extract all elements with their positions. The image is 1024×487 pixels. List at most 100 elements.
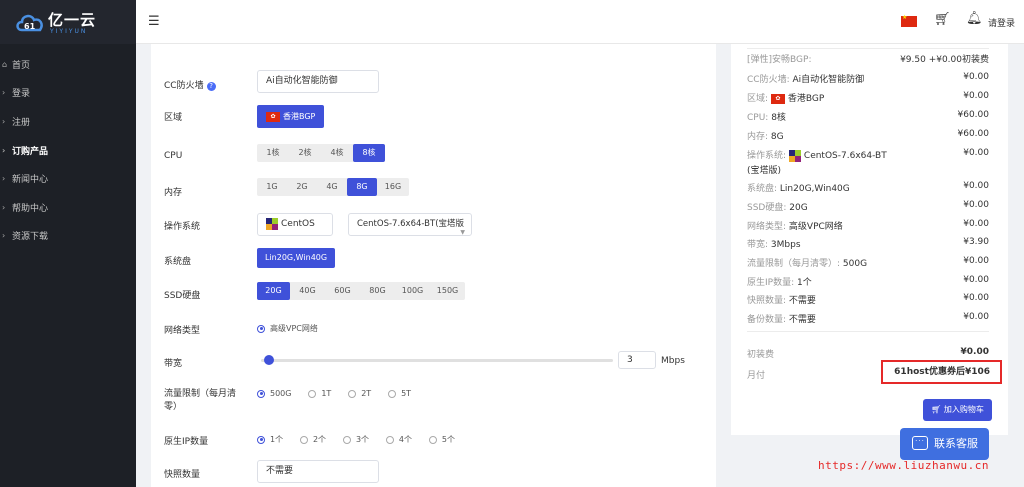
ip-option[interactable]: 4个 <box>385 434 412 445</box>
logo[interactable]: 61 亿一云 YIYIYUN <box>0 0 136 44</box>
ip-option[interactable]: 5个 <box>428 434 455 445</box>
native-ip-radios: 1个 2个 3个 4个 5个 <box>257 434 469 447</box>
traffic-option[interactable]: 1T <box>308 389 331 398</box>
memory-option-selected[interactable]: 8G <box>347 178 377 196</box>
snapshot-select[interactable]: 不需要 <box>257 460 379 483</box>
summary-row-label: 操作系统: <box>747 151 789 161</box>
ip-option-label: 2个 <box>312 435 327 444</box>
ip-option[interactable]: 2个 <box>299 434 327 445</box>
sidebar-item-label: 订购产品 <box>12 146 49 157</box>
native-ip-label: 原生IP数量 <box>164 437 209 447</box>
sidebar-item-order[interactable]: › 订购产品 <box>0 136 136 165</box>
summary-row-value-text: 不需要 <box>788 296 816 306</box>
traffic-option[interactable]: 2T <box>348 389 371 398</box>
login-link[interactable]: 请登录 <box>988 16 1015 29</box>
radio-selected-icon <box>257 389 265 398</box>
bell-icon[interactable]: 🔔︎ <box>966 11 983 26</box>
summary-row-value-text: 不需要 <box>788 315 816 325</box>
cpu-option[interactable]: 1核 <box>257 144 289 162</box>
network-type-value: 高级VPC网络 <box>270 324 318 333</box>
setup-fee-label: 初装费 <box>747 350 775 360</box>
summary-row-value-text: 500G <box>842 259 868 269</box>
summary-row-key: 带宽: 3Mbps <box>747 237 801 250</box>
contact-support-button[interactable]: ··· 联系客服 <box>900 428 989 460</box>
summary-row-value-text: 高级VPC网络 <box>788 222 843 232</box>
ip-option-label: 1个 <box>270 435 284 444</box>
home-icon: ⌂ <box>2 59 8 69</box>
logo-text: 亿一云 <box>48 11 97 29</box>
region-option-hk[interactable]: ✿ 香港BGP <box>257 105 325 128</box>
os-label: 操作系统 <box>164 222 201 232</box>
summary-row: 备份数量: 不需要 ¥0.00 <box>747 312 989 325</box>
summary-row-label: 区域: <box>747 94 771 104</box>
cpu-option-selected[interactable]: 8核 <box>353 144 385 162</box>
summary-row-label: SSD硬盘: <box>747 203 790 213</box>
ssd-option[interactable]: 60G <box>325 282 360 300</box>
bandwidth-slider-track[interactable] <box>261 359 613 362</box>
ssd-option[interactable]: 80G <box>360 282 395 300</box>
summary-row: CC防火墙: Ai自动化智能防御 ¥0.00 <box>747 72 989 85</box>
sidebar-item-home[interactable]: ⌂ 首页 <box>0 50 136 79</box>
os-version-select[interactable]: CentOS-7.6x64-BT(宝塔版 ▼ <box>348 213 472 236</box>
memory-option[interactable]: 2G <box>287 178 317 196</box>
memory-option[interactable]: 16G <box>377 178 409 196</box>
memory-option[interactable]: 4G <box>317 178 347 196</box>
summary-row-price: ¥0.00 <box>963 219 989 229</box>
sidebar-item-help[interactable]: › 帮助中心 <box>0 193 136 222</box>
summary-row-key: SSD硬盘: 20G <box>747 200 808 213</box>
os-family-value: CentOS <box>281 219 315 229</box>
ip-option-label: 4个 <box>398 435 412 444</box>
summary-row-price: ¥9.50 +¥0.00初装费 <box>900 55 989 65</box>
ssd-label: SSD硬盘 <box>164 291 201 301</box>
summary-row-label: [弹性]安畅BGP: <box>747 55 812 65</box>
bandwidth-slider-handle[interactable] <box>264 355 275 365</box>
summary-row-price: ¥0.00 <box>963 293 989 303</box>
sidebar-item-register[interactable]: › 注册 <box>0 107 136 136</box>
question-icon[interactable]: ? <box>206 82 216 91</box>
ssd-option[interactable]: 100G <box>395 282 430 300</box>
summary-row: [弹性]安畅BGP: ¥9.50 +¥0.00初装费 <box>747 52 989 65</box>
summary-row-key: [弹性]安畅BGP: <box>747 52 811 65</box>
china-flag-icon[interactable] <box>901 14 917 27</box>
summary-row-label: 网络类型: <box>747 222 789 232</box>
memory-option[interactable]: 1G <box>257 178 287 196</box>
cc-firewall-label: CC防火墙? <box>164 78 216 91</box>
cpu-segmented: 1核 2核 4核 8核 <box>257 144 385 162</box>
traffic-option[interactable]: 5T <box>388 389 411 398</box>
summary-row: 系统盘: Lin20G,Win40G ¥0.00 <box>747 181 989 194</box>
sidebar-item-label: 帮助中心 <box>12 203 49 214</box>
cpu-option[interactable]: 4核 <box>321 144 353 162</box>
ssd-option[interactable]: 40G <box>290 282 325 300</box>
ssd-option-selected[interactable]: 20G <box>257 282 290 300</box>
radio-icon <box>299 435 308 444</box>
system-disk-option[interactable]: Lin20G,Win40G <box>257 248 336 268</box>
traffic-option-selected[interactable]: 500G <box>257 389 291 398</box>
sidebar-item-downloads[interactable]: › 资源下载 <box>0 222 136 251</box>
order-icon: › <box>2 145 6 155</box>
sidebar-item-news[interactable]: › 新闻中心 <box>0 164 136 193</box>
network-type-radio[interactable]: 高级VPC网络 <box>257 323 332 336</box>
cart-icon[interactable]: 🛒︎ <box>934 12 951 27</box>
order-summary: [弹性]安畅BGP: ¥9.50 +¥0.00初装费 CC防火墙: Ai自动化智能防… <box>731 44 1008 435</box>
cc-firewall-select[interactable]: Ai自动化智能防御 <box>257 70 379 93</box>
summary-row: 区域: ✿ 香港BGP ¥0.00 <box>747 91 989 104</box>
cpu-option[interactable]: 2核 <box>289 144 321 162</box>
ip-option[interactable]: 3个 <box>342 434 370 445</box>
summary-row-label: 带宽: <box>747 240 771 250</box>
summary-row-value-text: 8核 <box>771 113 786 123</box>
summary-row-value-text: 香港BGP <box>787 94 825 104</box>
menu-toggle-icon[interactable]: ☰ <box>148 14 160 29</box>
summary-row-key: CPU: 8核 <box>747 110 786 123</box>
ssd-option[interactable]: 150G <box>430 282 465 300</box>
summary-row: 快照数量: 不需要 ¥0.00 <box>747 293 989 306</box>
hongkong-flag-icon: ✿ <box>266 111 280 122</box>
ip-option-selected[interactable]: 1个 <box>257 434 283 445</box>
os-family-select[interactable]: CentOS <box>257 213 333 236</box>
register-icon: › <box>2 116 6 126</box>
centos-logo-icon <box>266 217 278 230</box>
sidebar-item-login[interactable]: › 登录 <box>0 79 136 108</box>
ip-option-label: 3个 <box>355 435 370 444</box>
bandwidth-input[interactable]: 3 <box>618 351 656 369</box>
add-to-cart-button[interactable]: 🛒︎ 加入购物车 <box>923 399 992 421</box>
radio-icon <box>308 389 317 398</box>
